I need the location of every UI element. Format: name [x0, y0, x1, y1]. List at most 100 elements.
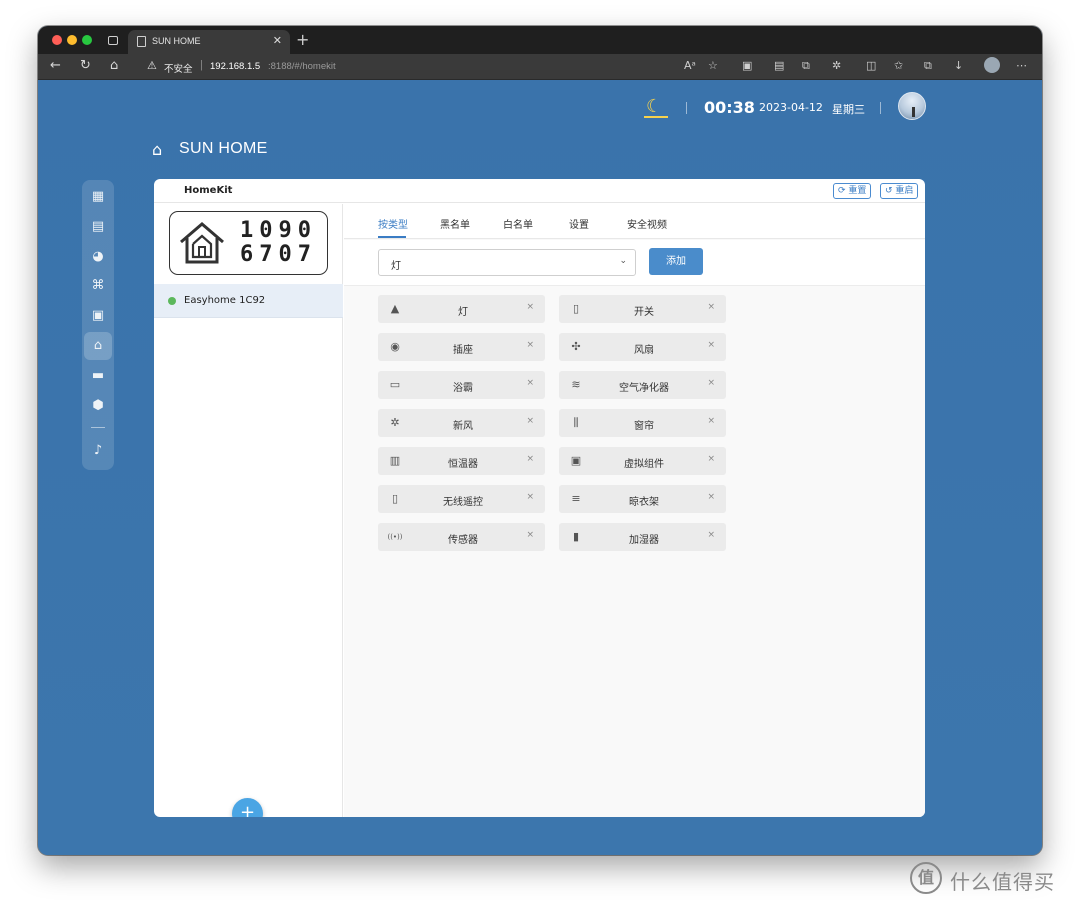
watermark-logo: 值	[910, 862, 942, 894]
tab-by-type[interactable]: 按类型	[378, 216, 408, 231]
reset-button[interactable]: ⟳ 重置	[833, 183, 872, 199]
accessory-chip[interactable]: ▥ 恒温器 ×	[378, 447, 545, 475]
split-screen-icon[interactable]: ◫	[866, 59, 876, 72]
remove-icon[interactable]: ×	[526, 302, 534, 312]
clock-time: 00:38	[704, 98, 755, 117]
bell-icon[interactable]: ♪	[84, 437, 112, 465]
bridge-name: Easyhome 1C92	[184, 295, 266, 306]
remove-icon[interactable]: ×	[526, 454, 534, 464]
profile-icon[interactable]	[984, 57, 1000, 73]
zoom-window-button[interactable]	[82, 35, 92, 45]
remove-icon[interactable]: ×	[707, 302, 715, 312]
accessory-label: 插座	[453, 345, 473, 356]
accessory-chip[interactable]: ⫼ 窗帘 ×	[559, 409, 726, 437]
add-button[interactable]: 添加	[649, 248, 703, 275]
read-aloud-icon[interactable]: Aᵃ	[684, 59, 696, 72]
tab-title: SUN HOME	[152, 36, 201, 46]
tab-close-icon[interactable]: ✕	[273, 34, 282, 47]
satellite-icon[interactable]: ⌘	[84, 272, 112, 300]
accessory-chip[interactable]: ▭ 浴霸 ×	[378, 371, 545, 399]
restart-button[interactable]: ↺ 重启	[880, 183, 919, 199]
remove-icon[interactable]: ×	[526, 492, 534, 502]
accessory-chip[interactable]: ≡ 晾衣架 ×	[559, 485, 726, 513]
copy-icon[interactable]: ⧉	[802, 59, 810, 73]
header-divider	[686, 102, 687, 114]
remove-icon[interactable]: ×	[707, 454, 715, 464]
browser-toolbar: ← ↻ ⌂ ⚠ 不安全 | 192.168.1.5 :8188/#/homeki…	[38, 54, 1042, 80]
accessory-chip[interactable]: ▮ 加湿器 ×	[559, 523, 726, 551]
accessory-pane: 按类型 黑名单 白名单 设置 安全视频 灯 ⌄ 添加 ▲ 灯 × ▯ 开关 × ◉ 插座 × ✣ 风…	[344, 204, 925, 817]
puzzle-icon[interactable]: ✲	[832, 59, 841, 72]
collections-icon[interactable]: ⧉	[924, 59, 932, 73]
remove-icon[interactable]: ×	[707, 416, 715, 426]
accessory-type-select[interactable]: 灯 ⌄	[378, 249, 636, 276]
page-icon	[137, 36, 146, 47]
accessory-chip[interactable]: ✲ 新风 ×	[378, 409, 545, 437]
more-icon[interactable]: ⋯	[1016, 59, 1027, 72]
tab-count-icon[interactable]: ▤	[774, 59, 784, 72]
night-mode-icon[interactable]: ☾	[646, 96, 668, 118]
remove-icon[interactable]: ×	[526, 530, 534, 540]
pairing-code-line1: 1090	[240, 218, 317, 243]
add-bridge-button[interactable]: +	[232, 798, 263, 817]
clothes-rack-icon: ≡	[571, 492, 581, 505]
filter-bar: 灯 ⌄ 添加	[344, 240, 925, 286]
tab-settings[interactable]: 设置	[569, 216, 589, 231]
tab-blacklist[interactable]: 黑名单	[440, 216, 470, 231]
accessory-chip[interactable]: ▯ 开关 ×	[559, 295, 726, 323]
accessory-chip[interactable]: ✣ 风扇 ×	[559, 333, 726, 361]
header-divider	[880, 102, 881, 114]
accessory-chip[interactable]: ◉ 插座 ×	[378, 333, 545, 361]
new-tab-button[interactable]: +	[296, 30, 309, 49]
image-icon[interactable]: ▣	[84, 302, 112, 330]
favorite-add-icon[interactable]: ☆	[708, 59, 718, 72]
remove-icon[interactable]: ×	[526, 340, 534, 350]
brand-title: SUN HOME	[179, 140, 268, 157]
remove-icon[interactable]: ×	[707, 492, 715, 502]
browser-tab[interactable]: SUN HOME ✕	[128, 30, 290, 54]
remove-icon[interactable]: ×	[707, 378, 715, 388]
tab-security-video[interactable]: 安全视频	[627, 216, 667, 231]
extension-icon[interactable]: ▣	[742, 59, 752, 72]
insecure-label: 不安全	[164, 64, 193, 75]
homekit-card: HomeKit ⟳ 重置 ↺ 重启 1090 6707 Easyhome 1C9…	[154, 179, 925, 817]
accessory-label: 灯	[458, 307, 468, 318]
warning-icon: ⚠	[147, 60, 157, 72]
nav-divider	[91, 427, 105, 428]
switch-icon: ▯	[572, 302, 580, 315]
remote-icon: ▯	[391, 492, 399, 505]
minimize-window-button[interactable]	[67, 35, 77, 45]
dashboard-icon[interactable]: ▦	[84, 183, 112, 211]
remove-icon[interactable]: ×	[707, 340, 715, 350]
accessory-chip[interactable]: ▲ 灯 ×	[378, 295, 545, 323]
folder-icon[interactable]: ▬	[84, 362, 112, 390]
accessory-label: 浴霸	[453, 383, 473, 394]
refresh-icon[interactable]: ↻	[80, 58, 91, 74]
tab-actions-icon[interactable]	[108, 36, 118, 45]
tab-whitelist[interactable]: 白名单	[503, 216, 533, 231]
back-icon[interactable]: ←	[50, 58, 61, 74]
hexagon-icon[interactable]: ⬢	[84, 392, 112, 420]
accessory-label: 窗帘	[634, 421, 654, 432]
accessory-chip[interactable]: ≋ 空气净化器 ×	[559, 371, 726, 399]
homekit-icon[interactable]: ⌂	[84, 332, 112, 360]
address-bar[interactable]: ⚠ 不安全 | 192.168.1.5 :8188/#/homekit	[142, 57, 722, 77]
bridge-list-item[interactable]: Easyhome 1C92	[154, 284, 343, 318]
watermark-text: 什么值得买	[950, 870, 1055, 894]
online-status-dot	[168, 297, 176, 305]
home-icon[interactable]: ⌂	[110, 58, 118, 74]
remove-icon[interactable]: ×	[526, 378, 534, 388]
remove-icon[interactable]: ×	[526, 416, 534, 426]
home-brand-icon: ⌂	[152, 140, 163, 159]
table-icon[interactable]: ▤	[84, 213, 112, 241]
favorites-icon[interactable]: ✩	[894, 59, 903, 72]
accessory-chip[interactable]: ((•)) 传感器 ×	[378, 523, 545, 551]
avatar[interactable]	[898, 92, 926, 120]
accessory-chip[interactable]: ▣ 虚拟组件 ×	[559, 447, 726, 475]
restart-label: 重启	[895, 186, 914, 196]
download-icon[interactable]: ↓	[954, 59, 963, 72]
accessory-chip[interactable]: ▯ 无线遥控 ×	[378, 485, 545, 513]
close-window-button[interactable]	[52, 35, 62, 45]
chart-icon[interactable]: ◕	[84, 243, 112, 271]
remove-icon[interactable]: ×	[707, 530, 715, 540]
